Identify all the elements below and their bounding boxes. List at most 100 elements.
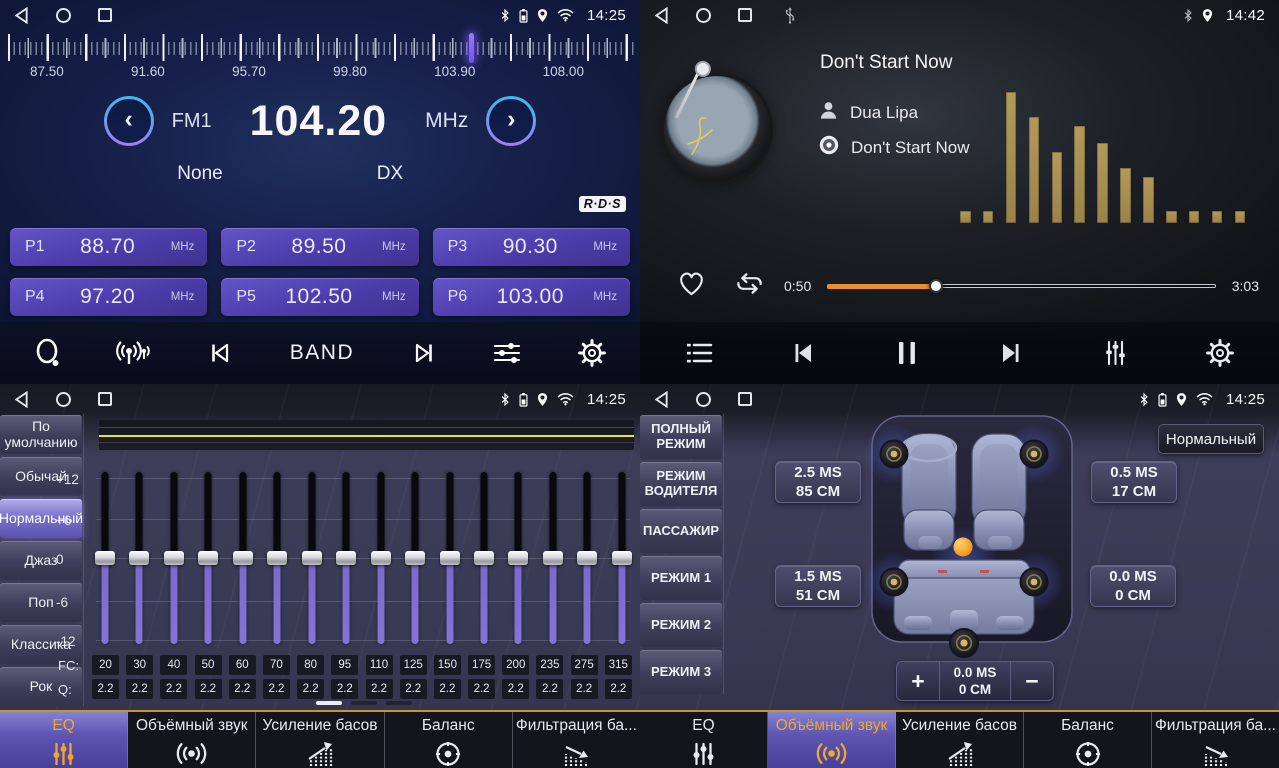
eq-band-slider[interactable] xyxy=(508,472,528,644)
favorite-heart-icon[interactable] xyxy=(676,269,707,303)
back-icon[interactable] xyxy=(654,7,669,24)
slider-handle[interactable] xyxy=(371,551,391,565)
equalizer-settings-icon[interactable] xyxy=(491,338,523,368)
album-art[interactable] xyxy=(664,76,770,182)
slider-handle[interactable] xyxy=(302,551,322,565)
slider-handle[interactable] xyxy=(474,551,494,565)
settings-gear-icon[interactable] xyxy=(1205,338,1235,368)
recents-icon[interactable] xyxy=(98,8,112,22)
tab-filter[interactable]: Фильтрация ба... xyxy=(1152,712,1279,768)
frequency-scale[interactable]: 87.5091.6095.7099.80103.90108.00 xyxy=(0,31,640,83)
preset-number: P1 xyxy=(10,238,45,256)
back-icon[interactable] xyxy=(14,391,29,408)
eq-band-slider[interactable] xyxy=(405,472,425,644)
recents-icon[interactable] xyxy=(98,392,112,406)
radio-preset-button[interactable]: P497.20MHz xyxy=(10,278,207,316)
scan-button[interactable] xyxy=(33,338,63,368)
surround-preset-button[interactable]: Нормальный xyxy=(1158,424,1264,454)
slider-handle[interactable] xyxy=(336,551,356,565)
surround-mode-button[interactable]: ПОЛНЫЙ РЕЖИМ xyxy=(640,415,722,459)
recents-icon[interactable] xyxy=(738,392,752,406)
slider-handle[interactable] xyxy=(198,551,218,565)
previous-track-button[interactable] xyxy=(789,338,819,368)
page-dash[interactable] xyxy=(386,701,412,705)
home-icon[interactable] xyxy=(696,8,711,23)
radio-preset-button[interactable]: P6103.00MHz xyxy=(433,278,630,316)
radio-preset-button[interactable]: P5102.50MHz xyxy=(221,278,418,316)
delay-front-left-button[interactable]: 2.5 MS 85 CM xyxy=(775,461,861,503)
eq-band-slider[interactable] xyxy=(336,472,356,644)
eq-band-slider[interactable] xyxy=(543,472,563,644)
eq-band-slider[interactable] xyxy=(371,472,391,644)
repeat-icon[interactable] xyxy=(733,269,766,303)
recents-icon[interactable] xyxy=(738,8,752,22)
surround-mode-button[interactable]: РЕЖИМ 1 xyxy=(640,556,722,600)
radio-preset-button[interactable]: P188.70MHz xyxy=(10,228,207,266)
delay-rear-left-button[interactable]: 1.5 MS 51 CM xyxy=(775,565,861,607)
eq-band-slider[interactable] xyxy=(474,472,494,644)
eq-band-slider[interactable] xyxy=(267,472,287,644)
radio-preset-button[interactable]: P289.50MHz xyxy=(221,228,418,266)
tab-bass-boost[interactable]: Усиление басов xyxy=(896,712,1024,768)
tab-eq-sliders[interactable]: EQ xyxy=(0,712,128,768)
slider-handle[interactable] xyxy=(129,551,149,565)
eq-band-slider[interactable] xyxy=(612,472,632,644)
progress-thumb[interactable] xyxy=(929,279,943,293)
eq-band-slider[interactable] xyxy=(233,472,253,644)
eq-band-slider[interactable] xyxy=(577,472,597,644)
tab-eq-sliders[interactable]: EQ xyxy=(640,712,768,768)
eq-band-slider[interactable] xyxy=(95,472,115,644)
tab-surround-sound[interactable]: Объёмный звук xyxy=(768,712,896,768)
equalizer-settings-icon[interactable] xyxy=(1100,338,1130,368)
slider-handle[interactable] xyxy=(612,551,632,565)
previous-station-button[interactable] xyxy=(206,338,236,368)
slider-handle[interactable] xyxy=(164,551,184,565)
slider-handle[interactable] xyxy=(440,551,460,565)
tab-balance[interactable]: Баланс xyxy=(385,712,513,768)
playlist-icon[interactable] xyxy=(684,340,714,366)
surround-mode-button[interactable]: РЕЖИМ 2 xyxy=(640,603,722,647)
fc-value: 235 xyxy=(536,655,563,675)
slider-handle[interactable] xyxy=(233,551,253,565)
eq-band-slider[interactable] xyxy=(198,472,218,644)
radio-preset-button[interactable]: P390.30MHz xyxy=(433,228,630,266)
slider-handle[interactable] xyxy=(267,551,287,565)
eq-band-slider[interactable] xyxy=(440,472,460,644)
increase-delay-button[interactable]: + xyxy=(897,662,939,700)
eq-band-slider[interactable] xyxy=(164,472,184,644)
surround-mode-button[interactable]: РЕЖИМ 3 xyxy=(640,650,722,694)
decrease-delay-button[interactable]: − xyxy=(1011,662,1053,700)
tab-bass-boost[interactable]: Усиление басов xyxy=(256,712,384,768)
tab-filter[interactable]: Фильтрация ба... xyxy=(513,712,640,768)
pause-button[interactable] xyxy=(894,338,920,368)
seek-down-button[interactable]: ‹ xyxy=(104,96,154,146)
page-dash[interactable] xyxy=(351,701,377,705)
home-icon[interactable] xyxy=(696,392,711,407)
surround-mode-button[interactable]: ПАССАЖИР xyxy=(640,509,722,553)
eq-band-slider[interactable] xyxy=(129,472,149,644)
delay-rear-right-button[interactable]: 0.0 MS 0 CM xyxy=(1090,565,1176,607)
preset-number: P5 xyxy=(221,288,256,306)
delay-front-right-button[interactable]: 0.5 MS 17 CM xyxy=(1091,461,1177,503)
back-icon[interactable] xyxy=(14,7,29,24)
tab-balance[interactable]: Баланс xyxy=(1024,712,1152,768)
progress-bar[interactable] xyxy=(827,279,1216,293)
slider-handle[interactable] xyxy=(543,551,563,565)
home-icon[interactable] xyxy=(56,8,71,23)
slider-handle[interactable] xyxy=(405,551,425,565)
slider-handle[interactable] xyxy=(508,551,528,565)
slider-handle[interactable] xyxy=(577,551,597,565)
next-track-button[interactable] xyxy=(995,338,1025,368)
broadcast-button[interactable] xyxy=(116,338,152,368)
next-station-button[interactable] xyxy=(408,338,438,368)
slider-handle[interactable] xyxy=(95,551,115,565)
band-button[interactable]: BAND xyxy=(290,341,354,365)
surround-mode-button[interactable]: РЕЖИМ ВОДИТЕЛЯ xyxy=(640,462,722,506)
eq-band-slider[interactable] xyxy=(302,472,322,644)
page-dash-active[interactable] xyxy=(316,701,342,705)
tab-surround-sound[interactable]: Объёмный звук xyxy=(128,712,256,768)
seek-up-button[interactable]: › xyxy=(486,96,536,146)
home-icon[interactable] xyxy=(56,392,71,407)
back-icon[interactable] xyxy=(654,391,669,408)
settings-gear-icon[interactable] xyxy=(577,338,607,368)
